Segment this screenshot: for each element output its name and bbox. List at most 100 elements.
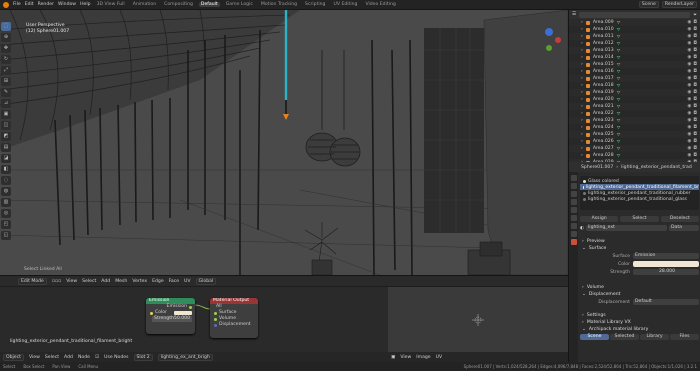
workspace-tab-active[interactable]: Default <box>198 2 220 7</box>
displacement-select[interactable]: Default <box>633 299 699 305</box>
outliner-item[interactable]: › Area.017 ⛛ ◉ ◘ <box>569 75 700 82</box>
assign-button[interactable]: Assign <box>580 216 619 222</box>
expand-icon[interactable]: › <box>581 153 583 158</box>
camera-icon[interactable]: ◘ <box>693 83 697 88</box>
image-editor[interactable] <box>388 287 568 352</box>
camera-icon[interactable]: ◘ <box>693 153 697 158</box>
camera-icon[interactable]: ◘ <box>693 48 697 53</box>
object-data-icon[interactable]: ⛛ <box>617 104 621 110</box>
viewport-menu-edge[interactable]: Edge <box>152 279 164 284</box>
outliner-item[interactable]: › Area.024 ⛛ ◉ ◘ <box>569 124 700 131</box>
camera-icon[interactable]: ◘ <box>693 125 697 130</box>
camera-icon[interactable]: ◘ <box>693 139 697 144</box>
eye-icon[interactable]: ◉ <box>687 76 691 81</box>
outliner-item[interactable]: › Area.010 ⛛ ◉ ◘ <box>569 26 700 33</box>
outliner-item[interactable]: › Area.025 ⛛ ◉ ◘ <box>569 131 700 138</box>
expand-icon[interactable]: › <box>581 62 583 67</box>
displacement-panel-header[interactable]: ⌄ Displacement <box>580 291 699 298</box>
object-data-icon[interactable]: ⛛ <box>617 20 621 26</box>
object-data-icon[interactable]: ⛛ <box>617 153 621 159</box>
outliner-item[interactable]: › Area.026 ⛛ ◉ ◘ <box>569 138 700 145</box>
eye-icon[interactable]: ◉ <box>687 20 691 25</box>
knife-tool-icon[interactable]: ◪ <box>1 154 11 163</box>
node-menu-view[interactable]: View <box>29 355 40 360</box>
workspace-tab[interactable]: UV Editing <box>331 2 359 7</box>
node-editor-type[interactable]: Object <box>3 353 24 361</box>
menu-render[interactable]: Render <box>38 2 54 7</box>
object-data-icon[interactable]: ⛛ <box>617 48 621 54</box>
object-data-icon[interactable]: ⛛ <box>617 62 621 68</box>
material-slot-selected[interactable]: lighting_exterior_pendant_traditional_fi… <box>580 184 699 190</box>
menu-file[interactable]: File <box>13 2 21 7</box>
viewport-menu-view[interactable]: View <box>66 279 77 284</box>
object-data-icon[interactable]: ⛛ <box>617 139 621 145</box>
outliner-item[interactable]: › Area.012 ⛛ ◉ ◘ <box>569 40 700 47</box>
node-menu-select[interactable]: Select <box>45 355 59 360</box>
eye-icon[interactable]: ◉ <box>687 34 691 39</box>
expand-icon[interactable]: › <box>581 20 583 25</box>
camera-icon[interactable]: ◘ <box>693 62 697 67</box>
object-data-icon[interactable]: ⛛ <box>617 125 621 131</box>
eye-icon[interactable]: ◉ <box>687 41 691 46</box>
material-library-header[interactable]: › Material Library VX <box>580 319 699 326</box>
eye-icon[interactable]: ◉ <box>687 111 691 116</box>
object-data-icon[interactable]: ⛛ <box>617 118 621 124</box>
loopcut-tool-icon[interactable]: ▤ <box>1 143 11 152</box>
expand-icon[interactable]: › <box>581 48 583 53</box>
expand-icon[interactable]: › <box>581 111 583 116</box>
material-slot[interactable]: lighting_exterior_pendant_traditional_ru… <box>580 190 699 196</box>
workspace-tab[interactable]: 3D View Full <box>95 2 127 7</box>
move-tool-icon[interactable]: ✥ <box>1 44 11 53</box>
workspace-tab[interactable]: Animation <box>131 2 158 7</box>
camera-icon[interactable]: ◘ <box>693 34 697 39</box>
object-data-icon[interactable]: ⛛ <box>617 90 621 96</box>
smooth-tool-icon[interactable]: ◍ <box>1 187 11 196</box>
blender-logo-icon[interactable] <box>3 1 9 8</box>
use-nodes-checkbox[interactable]: ☑ <box>95 355 99 360</box>
outliner-item[interactable]: › Area.027 ⛛ ◉ ◘ <box>569 145 700 152</box>
eye-icon[interactable]: ◉ <box>687 55 691 60</box>
render-layer-selector[interactable]: RenderLayer <box>661 1 697 8</box>
material-slot[interactable]: lighting_exterior_pendant_traditional_gl… <box>580 196 699 202</box>
shrink-tool-icon[interactable]: ◎ <box>1 209 11 218</box>
eye-icon[interactable]: ◉ <box>687 153 691 158</box>
camera-icon[interactable]: ◘ <box>693 76 697 81</box>
edge-slide-tool-icon[interactable]: ▥ <box>1 198 11 207</box>
object-data-icon[interactable]: ⛛ <box>617 34 621 40</box>
eye-icon[interactable]: ◉ <box>687 69 691 74</box>
expand-icon[interactable]: › <box>581 34 583 39</box>
image-menu-image[interactable]: Image <box>416 355 430 360</box>
render-tab-icon[interactable] <box>570 183 577 189</box>
deselect-button[interactable]: Deselect <box>660 216 699 222</box>
volume-panel-header[interactable]: › Volume <box>580 284 699 291</box>
object-data-icon[interactable]: ⛛ <box>617 146 621 152</box>
emission-node[interactable]: Emission Emission Color Strength 50.000 <box>146 298 195 334</box>
expand-icon[interactable]: › <box>581 27 583 32</box>
expand-icon[interactable]: › <box>581 125 583 130</box>
menu-edit[interactable]: Edit <box>25 2 34 7</box>
viewport-menu-face[interactable]: Face <box>169 279 179 284</box>
viewport-menu-mesh[interactable]: Mesh <box>115 279 127 284</box>
outliner-item[interactable]: › Area.018 ⛛ ◉ ◘ <box>569 82 700 89</box>
eye-icon[interactable]: ◉ <box>687 104 691 109</box>
eye-icon[interactable]: ◉ <box>687 132 691 137</box>
rotate-tool-icon[interactable]: ↻ <box>1 55 11 64</box>
output-tab-icon[interactable] <box>570 191 577 197</box>
camera-icon[interactable]: ◘ <box>693 111 697 116</box>
library-tab-library[interactable]: Library <box>640 334 669 340</box>
emission-strength-row[interactable]: Strength 50.000 <box>146 316 195 322</box>
library-tab-scene[interactable]: Scene <box>580 334 609 340</box>
eye-icon[interactable]: ◉ <box>687 27 691 32</box>
eye-icon[interactable]: ◉ <box>687 118 691 123</box>
camera-icon[interactable]: ◘ <box>693 90 697 95</box>
slot-selector[interactable]: Slot 2 <box>133 353 153 361</box>
measure-tool-icon[interactable]: ⊿ <box>1 99 11 108</box>
expand-icon[interactable]: › <box>581 146 583 151</box>
image-editor-type-icon[interactable]: ▣ <box>391 355 395 360</box>
inset-tool-icon[interactable]: ◫ <box>1 121 11 130</box>
object-tab-icon[interactable] <box>570 215 577 221</box>
outliner-item[interactable]: › Area.009 ⛛ ◉ ◘ <box>569 19 700 26</box>
data-tab-icon[interactable] <box>570 231 577 237</box>
surface-panel-header[interactable]: ⌄ Surface <box>580 245 699 252</box>
object-data-icon[interactable]: ⛛ <box>617 76 621 82</box>
